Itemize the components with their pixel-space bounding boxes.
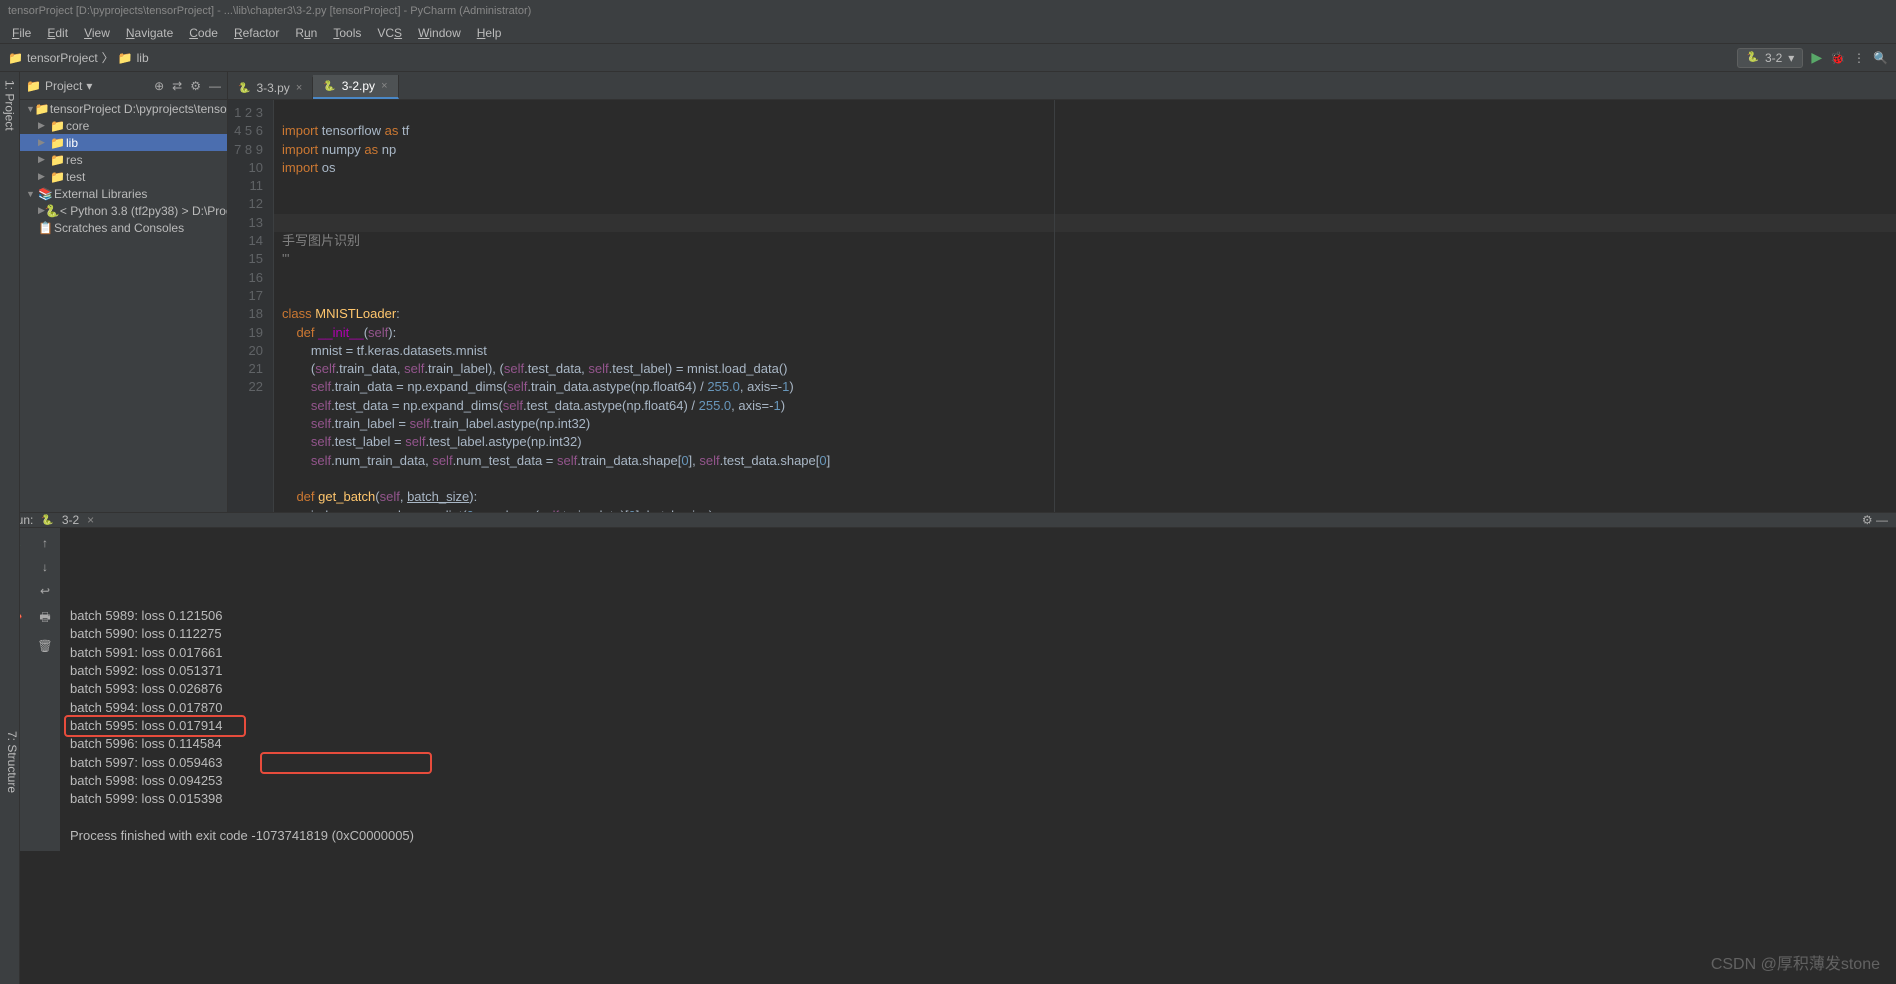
left-sidetabs: 7: Structure 2: Favorites [0, 510, 20, 984]
close-tab-icon[interactable]: × [87, 513, 94, 527]
project-sidetab[interactable]: 1: Project [0, 72, 20, 512]
run-config-name: 3-2 [62, 513, 79, 527]
python-icon: 🐍 [1746, 52, 1758, 63]
up-icon[interactable]: ↑ [42, 536, 48, 550]
structure-sidetab[interactable]: 7: Structure [5, 731, 19, 793]
code-editor[interactable]: 1 2 3 4 5 6 7 8 9 10 11 12 13 14 15 16 1… [228, 100, 1896, 512]
tree-item[interactable]: ▶📁res [20, 151, 227, 168]
project-title[interactable]: Project [45, 79, 82, 93]
run-config-selector[interactable]: 🐍 3-2 ▾ [1737, 48, 1803, 68]
menu-refactor[interactable]: Refactor [226, 24, 287, 42]
code-content[interactable]: import tensorflow as tf import numpy as … [274, 100, 1896, 512]
breadcrumb-root[interactable]: tensorProject [27, 51, 98, 65]
editor-area: 🐍3-3.py×🐍3-2.py× 1 2 3 4 5 6 7 8 9 10 11… [228, 72, 1896, 512]
wrap-icon[interactable]: ↩ [40, 584, 50, 598]
folder-icon: 📁 [118, 51, 133, 65]
menu-help[interactable]: Help [469, 24, 510, 42]
tree-item[interactable]: 📋Scratches and Consoles [20, 219, 227, 236]
tree-item[interactable]: ▼📚External Libraries [20, 185, 227, 202]
tree-item[interactable]: ▶📁lib [20, 134, 227, 151]
navigation-bar: 📁 tensorProject 〉 📁 lib 🐍 3-2 ▾ ▶ 🐞 ⋮ 🔍 [0, 44, 1896, 72]
run-config-label: 3-2 [1765, 51, 1782, 65]
menu-view[interactable]: View [76, 24, 118, 42]
window-titlebar: tensorProject [D:\pyprojects\tensorProje… [0, 0, 1896, 22]
tree-item[interactable]: ▶📁test [20, 168, 227, 185]
run-button[interactable]: ▶ [1811, 49, 1822, 66]
current-line-highlight [274, 214, 1896, 232]
editor-tab[interactable]: 🐍3-2.py× [313, 75, 398, 99]
run-tool-window: Run: 🐍 3-2 × ⚙ — ▶ ■ ⧉ 📌 ↑ ↓ ↩ 🖶 🗑 batch… [0, 512, 1896, 798]
editor-tab[interactable]: 🐍3-3.py× [228, 77, 313, 99]
trash-icon[interactable]: 🗑 [37, 639, 52, 653]
project-tool-window: 📁 Project ▾ ⊕ ⇄ ⚙ — ▼📁tensorProject D:\p… [20, 72, 228, 512]
main-menubar: File Edit View Navigate Code Refactor Ru… [0, 22, 1896, 44]
menu-edit[interactable]: Edit [39, 24, 76, 42]
search-icon[interactable]: 🔍 [1873, 51, 1888, 65]
run-menu-icon[interactable]: ⋮ [1853, 51, 1865, 65]
watermark: CSDN @厚积薄发stone [1711, 950, 1880, 974]
print-icon[interactable]: 🖶 [39, 608, 50, 629]
tree-item[interactable]: ▶📁core [20, 117, 227, 134]
menu-tools[interactable]: Tools [325, 24, 369, 42]
down-icon[interactable]: ↓ [42, 560, 48, 574]
tree-item[interactable]: ▶🐍< Python 3.8 (tf2py38) > D:\Prog [20, 202, 227, 219]
project-view-icon: 📁 [26, 79, 41, 93]
menu-file[interactable]: File [4, 24, 39, 42]
debug-button[interactable]: 🐞 [1830, 51, 1845, 65]
breadcrumb-path[interactable]: lib [137, 51, 149, 65]
python-icon: 🐍 [41, 515, 53, 526]
breadcrumb-separator: 〉 [102, 49, 114, 66]
menu-window[interactable]: Window [410, 24, 469, 42]
target-icon[interactable]: ⊕ [154, 79, 164, 93]
window-title: tensorProject [D:\pyprojects\tensorProje… [8, 5, 531, 17]
hide-icon[interactable]: — [209, 79, 221, 93]
chevron-down-icon[interactable]: ▾ [86, 79, 92, 93]
tree-item[interactable]: ▼📁tensorProject D:\pyprojects\tensor [20, 100, 227, 117]
line-gutter: 1 2 3 4 5 6 7 8 9 10 11 12 13 14 15 16 1… [228, 100, 274, 512]
right-margin-ruler [1054, 100, 1055, 512]
menu-vcs[interactable]: VCS [369, 24, 410, 42]
run-toolbar-left2: ↑ ↓ ↩ 🖶 🗑 [30, 528, 60, 851]
settings-icon[interactable]: ⚙ [190, 79, 201, 93]
breadcrumb[interactable]: 📁 tensorProject 〉 📁 lib [8, 49, 149, 66]
project-header: 📁 Project ▾ ⊕ ⇄ ⚙ — [20, 72, 227, 100]
show-options-icon[interactable]: ⇄ [172, 79, 182, 93]
project-tree[interactable]: ▼📁tensorProject D:\pyprojects\tensor▶📁co… [20, 100, 227, 512]
menu-navigate[interactable]: Navigate [118, 24, 181, 42]
chevron-down-icon: ▾ [1788, 51, 1794, 65]
gear-icon[interactable]: ⚙ [1862, 513, 1873, 527]
console-output[interactable]: batch 5989: loss 0.121506 batch 5990: lo… [60, 528, 1896, 851]
menu-run[interactable]: Run [287, 24, 325, 42]
editor-tabs: 🐍3-3.py×🐍3-2.py× [228, 72, 1896, 100]
folder-icon: 📁 [8, 51, 23, 65]
hide-icon[interactable]: — [1876, 513, 1888, 527]
menu-code[interactable]: Code [181, 24, 226, 42]
